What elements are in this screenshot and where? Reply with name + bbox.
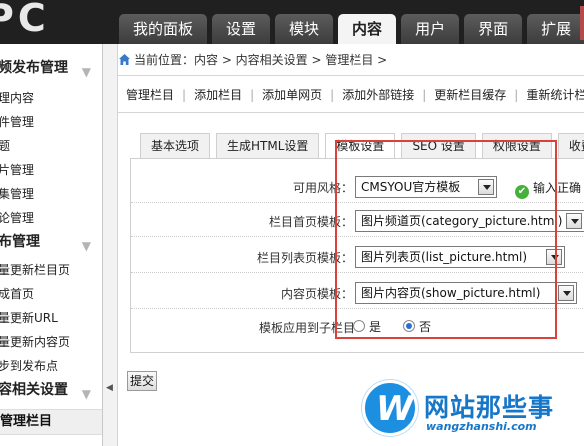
tab-basic[interactable]: 基本选项 <box>140 133 211 159</box>
chevron-down-icon[interactable] <box>558 285 574 301</box>
subnav-separator: | <box>514 88 519 102</box>
nav-edge-marker <box>580 6 584 40</box>
sidebar-item-manage-category[interactable]: 管理栏目 <box>0 409 102 435</box>
list-template-select[interactable]: 图片列表页(list_picture.html) <box>355 246 565 268</box>
chevron-down-icon[interactable] <box>546 249 562 265</box>
tab-charges[interactable]: 收费设 <box>557 133 584 159</box>
subnav-add-category[interactable]: 添加栏目 <box>194 88 242 102</box>
sidebar-collapse-bar[interactable]: ◀ <box>103 44 118 446</box>
collapse-arrow-icon[interactable]: ▼ <box>82 234 91 258</box>
sidebar-group-label: 频发布管理 <box>0 60 68 76</box>
subnav-separator: | <box>182 88 187 102</box>
submit-button[interactable]: 提交 <box>127 371 157 391</box>
sidebar-group-publish-video[interactable]: 频发布管理 ▼ <box>0 56 102 80</box>
sidebar-group-content-settings[interactable]: 容相关设置 ▼ <box>0 378 102 402</box>
divider <box>118 75 584 76</box>
subnav-add-page[interactable]: 添加单网页 <box>262 88 322 102</box>
validation-text: 输入正确 <box>533 181 582 195</box>
nav-tab-users[interactable]: 用户 <box>401 14 460 44</box>
subnav-update-cache[interactable]: 更新栏目缓存 <box>434 88 506 102</box>
category-subnav: 管理栏目 | 添加栏目 | 添加单网页 | 添加外部链接 | 更新栏目缓存 | 重新统计栏 <box>126 86 584 104</box>
logo-text: PC <box>0 0 50 40</box>
watermark-title: 网站那些事 <box>424 393 555 422</box>
collapse-left-icon[interactable]: ◀ <box>106 383 113 393</box>
subnav-separator: | <box>250 88 255 102</box>
nav-tab-interface[interactable]: 界面 <box>464 14 523 44</box>
sidebar-item-label: 题 <box>0 136 10 156</box>
row-show-template: 内容页模板： 图片内容页(show_picture.html) <box>131 277 584 309</box>
subnav-recount[interactable]: 重新统计栏 <box>526 88 584 102</box>
nav-tab-panel[interactable]: 我的面板 <box>119 14 208 44</box>
nav-tab-settings[interactable]: 设置 <box>212 14 271 44</box>
sidebar-item-label: 量更新栏目页 <box>0 263 71 277</box>
nav-tab-extensions[interactable]: 扩展 <box>527 14 584 44</box>
sidebar-group-publish[interactable]: 布管理 ▼ <box>0 230 102 254</box>
sidebar-item-label: 论管理 <box>0 211 35 225</box>
collapse-arrow-icon[interactable]: ▼ <box>82 60 91 84</box>
radio-yes-label: 是 <box>369 320 382 334</box>
style-label: 可用风格： <box>292 181 353 195</box>
sidebar-item-label: 步到发布点 <box>0 359 59 373</box>
main-nav: 我的面板 设置 模块 内容 用户 界面 扩展 P <box>119 14 584 44</box>
show-template-label: 内容页模板： <box>280 287 353 301</box>
row-index-template: 栏目首页模板： 图片频道页(category_picture.html) <box>131 205 584 237</box>
chevron-down-icon[interactable] <box>566 213 582 229</box>
row-style: 可用风格： CMSYOU官方模板 ✔ 输入正确 <box>131 171 584 203</box>
select-value: 图片频道页(category_picture.html) <box>361 214 563 228</box>
sidebar-item-label: 集管理 <box>0 187 35 201</box>
style-select[interactable]: CMSYOU官方模板 <box>355 176 497 198</box>
watermark-subtitle: wangzhanshi.com <box>426 420 537 433</box>
radio-apply-no[interactable] <box>403 320 415 332</box>
tab-template[interactable]: 模板设置 <box>325 133 396 160</box>
template-settings-panel: 可用风格： CMSYOU官方模板 ✔ 输入正确 栏目首页模板： 图片频道页(cat… <box>130 158 584 353</box>
apply-children-label: 模板应用到子栏目 <box>258 321 355 335</box>
row-list-template: 栏目列表页模板： 图片列表页(list_picture.html) <box>131 241 584 273</box>
list-template-label: 栏目列表页模板： <box>256 251 353 265</box>
sidebar-item-label: 件管理 <box>0 115 35 129</box>
index-template-label: 栏目首页模板： <box>268 215 353 229</box>
tab-permissions[interactable]: 权限设置 <box>481 133 552 159</box>
validation-message: ✔ 输入正确 <box>515 179 581 199</box>
check-icon: ✔ <box>515 185 529 199</box>
select-value: 图片列表页(list_picture.html) <box>361 250 528 264</box>
subnav-manage-category[interactable]: 管理栏目 <box>126 88 174 102</box>
nav-tab-modules[interactable]: 模块 <box>275 14 334 44</box>
collapse-arrow-icon[interactable]: ▼ <box>82 382 91 406</box>
sidebar-item-label: 量更新URL <box>0 311 58 325</box>
subnav-separator: | <box>330 88 335 102</box>
sidebar-item-label: 管理栏目 <box>0 414 53 429</box>
radio-apply-yes[interactable] <box>353 320 365 332</box>
watermark-logo-icon: W <box>362 380 418 436</box>
sidebar: 频发布管理 ▼ 理内容 件管理 题 片管理 集管理 论管理 布管理 ▼ 量更新栏… <box>0 44 103 446</box>
select-value: CMSYOU官方模板 <box>361 180 461 194</box>
breadcrumb-text: 当前位置：内容 > 内容相关设置 > 管理栏目 > <box>134 53 388 67</box>
tab-seo[interactable]: SEO 设置 <box>401 133 476 159</box>
chevron-down-icon[interactable] <box>478 179 494 195</box>
top-bar: PC 我的面板 设置 模块 内容 用户 界面 扩展 P <box>0 0 584 44</box>
sidebar-item-label: 量更新内容页 <box>0 335 71 349</box>
sidebar-item-label: 成首页 <box>0 287 35 301</box>
row-apply-children: 模板应用到子栏目 是 否 <box>131 311 584 343</box>
index-template-select[interactable]: 图片频道页(category_picture.html) <box>355 210 584 232</box>
nav-tab-content[interactable]: 内容 <box>338 14 397 44</box>
subnav-add-link[interactable]: 添加外部链接 <box>342 88 414 102</box>
app-logo: PC <box>0 0 110 44</box>
settings-tabs: 基本选项 生成HTML设置 模板设置 SEO 设置 权限设置 收费设 <box>140 133 584 160</box>
site-watermark: W 网站那些事 wangzhanshi.com <box>362 380 584 446</box>
radio-no-label: 否 <box>419 320 432 334</box>
tab-html[interactable]: 生成HTML设置 <box>216 133 320 159</box>
home-icon <box>119 54 130 65</box>
divider <box>118 112 584 113</box>
sidebar-item-label: 片管理 <box>0 163 35 177</box>
show-template-select[interactable]: 图片内容页(show_picture.html) <box>355 282 577 304</box>
sidebar-group-label: 布管理 <box>0 234 40 250</box>
sidebar-group-label: 容相关设置 <box>0 382 68 398</box>
select-value: 图片内容页(show_picture.html) <box>361 286 541 300</box>
sidebar-item-label: 理内容 <box>0 91 35 105</box>
subnav-separator: | <box>422 88 427 102</box>
